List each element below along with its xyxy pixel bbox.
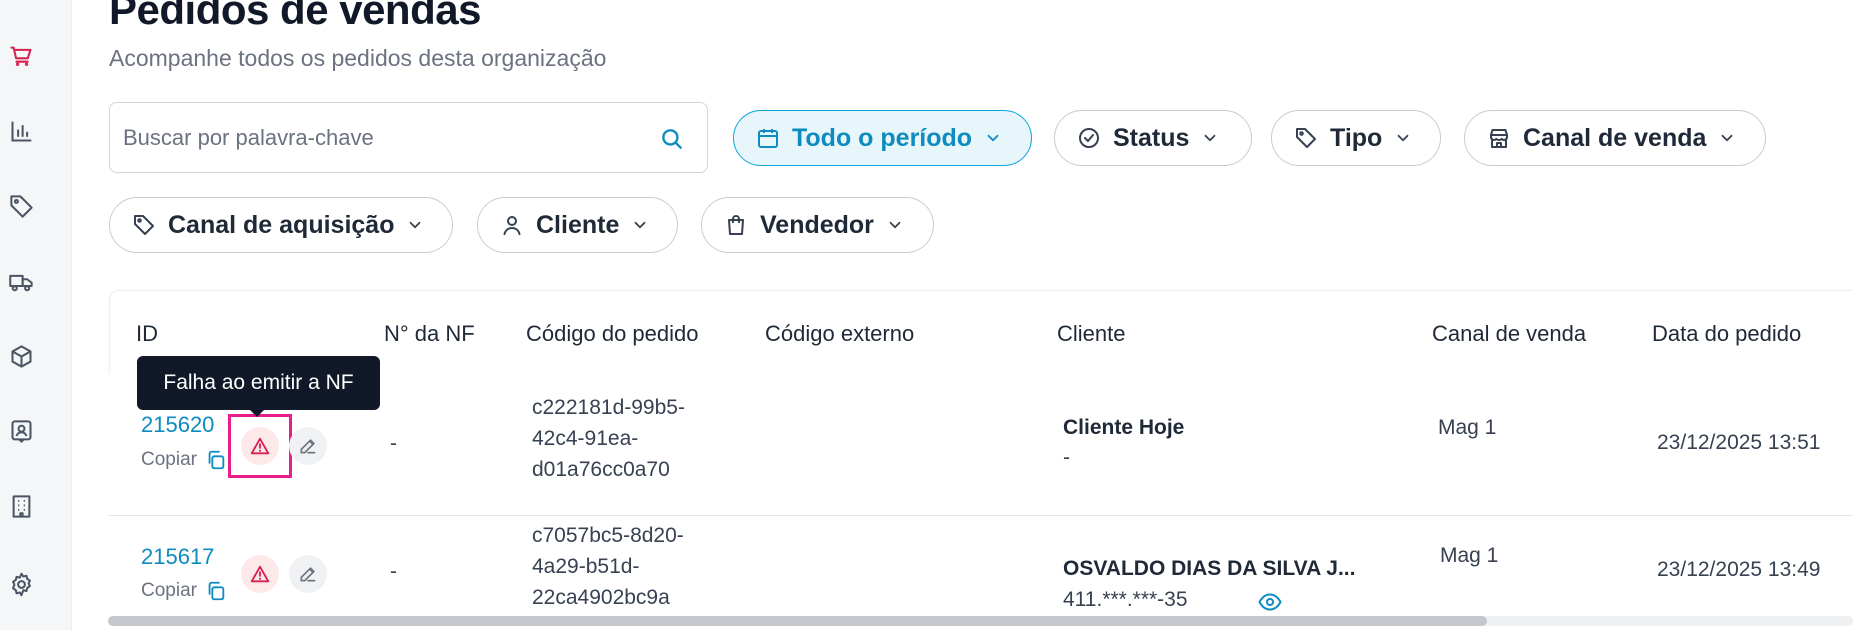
order-date: 23/12/2025 13:51 xyxy=(1657,431,1821,454)
filter-type-label: Tipo xyxy=(1330,123,1383,152)
contact-icon[interactable] xyxy=(0,410,42,452)
orders-table: ID N° da NF Código do pedido Código exte… xyxy=(109,290,1853,630)
filter-period[interactable]: Todo o período xyxy=(733,110,1032,166)
gear-icon[interactable] xyxy=(0,563,42,605)
order-code-line: c222181d-99b5- xyxy=(532,396,685,419)
nf-number: - xyxy=(390,432,397,455)
order-id-link[interactable]: 215620 xyxy=(141,412,214,438)
page-subtitle: Acompanhe todos os pedidos desta organiz… xyxy=(109,45,607,71)
filter-status-label: Status xyxy=(1113,123,1190,152)
chevron-down-icon xyxy=(634,221,646,229)
tooltip-arrow xyxy=(249,409,265,417)
client-document: - xyxy=(1063,446,1070,469)
chevron-down-icon xyxy=(410,221,421,229)
check-circle-icon xyxy=(1079,128,1099,148)
warning-icon xyxy=(250,437,270,455)
tag-icon[interactable] xyxy=(0,185,42,227)
truck-icon[interactable] xyxy=(0,260,42,302)
warning-icon xyxy=(250,565,270,583)
eye-icon[interactable] xyxy=(1258,592,1282,612)
column-header-client[interactable]: Cliente xyxy=(1057,321,1125,347)
pencil-icon xyxy=(300,567,316,582)
search-box xyxy=(109,102,708,173)
order-code-line: d01a76cc0a70 xyxy=(532,458,670,481)
nf-error-button[interactable] xyxy=(241,555,279,593)
table-row[interactable]: 215617 Copiar - c7057bc5-8d20- 4a29-b51d… xyxy=(109,516,1853,630)
filter-sales-channel-label: Canal de venda xyxy=(1523,123,1707,152)
user-icon xyxy=(503,216,521,235)
tag-icon xyxy=(1296,128,1316,148)
column-header-order-date[interactable]: Data do pedido xyxy=(1652,321,1801,347)
sales-channel: Mag 1 xyxy=(1440,544,1499,567)
client-name: OSVALDO DIAS DA SILVA J... xyxy=(1063,557,1356,580)
store-icon xyxy=(1490,129,1508,148)
chevron-down-icon xyxy=(1722,134,1733,142)
client-document: 411.***.***-35 xyxy=(1063,588,1188,611)
search-icon[interactable] xyxy=(659,126,685,152)
filter-client[interactable]: Cliente xyxy=(477,197,678,253)
order-code-line: 42c4-91ea- xyxy=(532,427,639,450)
column-header-sales-channel[interactable]: Canal de venda xyxy=(1432,321,1586,347)
order-date: 23/12/2025 13:49 xyxy=(1657,558,1821,581)
filter-status[interactable]: Status xyxy=(1054,110,1252,166)
horizontal-scrollbar[interactable] xyxy=(108,616,1853,626)
client-name: Cliente Hoje xyxy=(1063,416,1185,439)
filter-seller[interactable]: Vendedor xyxy=(701,197,934,253)
filter-client-label: Cliente xyxy=(536,210,620,239)
search-input[interactable] xyxy=(123,103,663,172)
calendar-icon xyxy=(758,129,778,148)
chevron-down-icon xyxy=(1205,134,1216,142)
filter-sales-channel[interactable]: Canal de venda xyxy=(1464,110,1766,166)
chevron-down-icon xyxy=(889,221,901,229)
main-content: Pedidos de vendas Acompanhe todos os ped… xyxy=(72,0,1853,630)
order-code: c222181d-99b5- 42c4-91ea- d01a76cc0a70 xyxy=(532,392,685,485)
tooltip-text: Falha ao emitir a NF xyxy=(163,371,354,394)
order-code: c7057bc5-8d20- 4a29-b51d- 22ca4902bc9a xyxy=(532,520,684,613)
order-id-link[interactable]: 215617 xyxy=(141,544,214,570)
sidebar xyxy=(0,0,72,630)
order-code-line: c7057bc5-8d20- xyxy=(532,524,684,547)
chevron-down-icon xyxy=(1397,134,1409,142)
copy-icon[interactable] xyxy=(205,580,227,602)
shopping-bag-icon xyxy=(728,215,744,235)
column-header-order-code[interactable]: Código do pedido xyxy=(526,321,698,347)
copy-button[interactable]: Copiar xyxy=(141,580,197,602)
chevron-down-icon xyxy=(987,134,999,142)
scrollbar-thumb[interactable] xyxy=(108,616,1487,626)
edit-button[interactable] xyxy=(289,427,327,465)
column-header-external-code[interactable]: Código externo xyxy=(765,321,914,347)
filter-type[interactable]: Tipo xyxy=(1271,110,1441,166)
order-code-line: 22ca4902bc9a xyxy=(532,586,670,609)
filter-seller-label: Vendedor xyxy=(760,210,874,239)
tag-icon xyxy=(134,215,154,235)
column-header-nf[interactable]: N° da NF xyxy=(384,321,475,347)
building-icon[interactable] xyxy=(0,485,42,527)
tooltip: Falha ao emitir a NF xyxy=(137,356,380,410)
filter-period-label: Todo o período xyxy=(792,123,973,152)
copy-button[interactable]: Copiar xyxy=(141,449,197,471)
column-header-id[interactable]: ID xyxy=(136,321,158,347)
edit-button[interactable] xyxy=(289,555,327,593)
copy-icon[interactable] xyxy=(205,449,227,471)
filter-acquisition-channel[interactable]: Canal de aquisição xyxy=(109,197,453,253)
bar-chart-icon[interactable] xyxy=(0,110,42,152)
pencil-icon xyxy=(300,439,316,454)
nf-number: - xyxy=(390,560,397,583)
page-title: Pedidos de vendas xyxy=(109,0,481,33)
box-icon[interactable] xyxy=(0,335,42,377)
order-code-line: 4a29-b51d- xyxy=(532,555,640,578)
filter-acquisition-channel-label: Canal de aquisição xyxy=(168,210,395,239)
cart-icon[interactable] xyxy=(0,34,42,76)
nf-error-button[interactable] xyxy=(241,427,279,465)
sales-channel: Mag 1 xyxy=(1438,416,1497,439)
